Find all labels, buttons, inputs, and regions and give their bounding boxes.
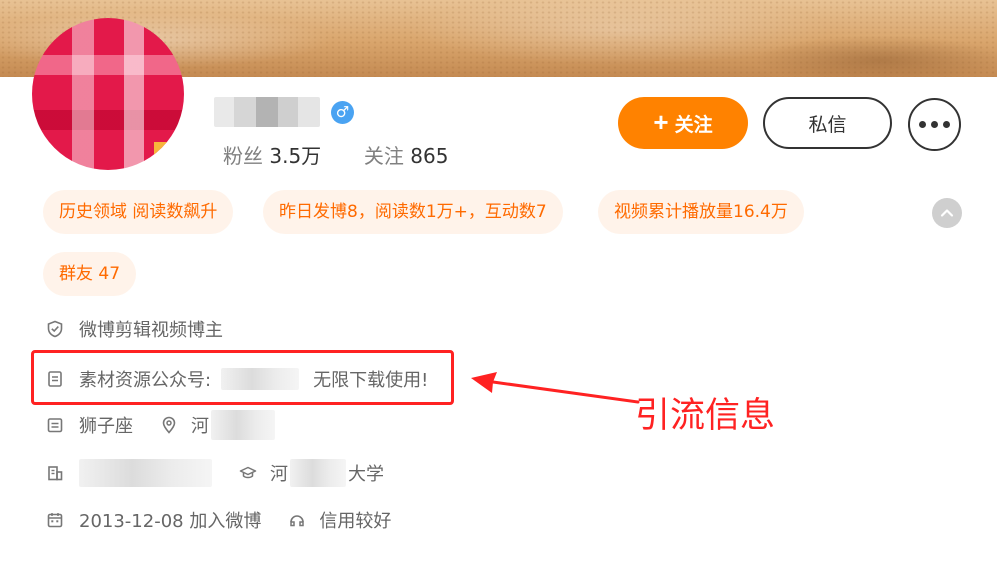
fans-value: 3.5万: [269, 144, 322, 168]
more-icon[interactable]: [908, 98, 961, 151]
graduation-cap-icon: [238, 463, 258, 483]
school-prefix: 河: [270, 464, 288, 485]
location-blurred: [211, 410, 275, 440]
profile-stats: 粉丝 3.5万 关注 865: [223, 140, 448, 169]
join-credit-row: 2013-12-08 加入微博 信用较好: [45, 507, 391, 533]
join-date-text: 2013-12-08 加入微博: [79, 511, 262, 532]
plus-icon: +: [653, 106, 669, 137]
verified-row: 微博剪辑视频博主: [45, 316, 223, 342]
shield-check-icon: [45, 319, 65, 339]
school-blurred: [290, 459, 346, 487]
calendar-list-icon: [45, 415, 65, 435]
school-suffix: 大学: [348, 464, 384, 485]
annotation-arrow: [471, 372, 640, 404]
location-pin-icon: [159, 415, 179, 435]
calendar-icon: [45, 510, 65, 530]
avatar[interactable]: [32, 18, 184, 170]
message-button[interactable]: 私信: [763, 97, 892, 149]
credit-item: 信用较好: [287, 507, 391, 533]
chevron-up-icon[interactable]: [932, 198, 962, 228]
annotation-label: 引流信息: [635, 396, 776, 436]
avatar-badge: [154, 142, 184, 170]
follow-label: 关注: [674, 114, 713, 136]
credit-icon: [287, 510, 307, 530]
tag-video-plays[interactable]: 视频累计播放量16.4万: [598, 190, 804, 234]
fans-label: 粉丝: [223, 144, 263, 168]
message-label: 私信: [808, 114, 847, 136]
school-item: 河 大学: [238, 459, 384, 487]
zodiac-location-row: 狮子座 河: [45, 410, 275, 440]
credit-text: 信用较好: [319, 511, 392, 532]
building-icon: [45, 463, 65, 483]
tag-daily-posts[interactable]: 昨日发博8，阅读数1万+，互动数7: [263, 190, 563, 234]
tag-history[interactable]: 历史领域 阅读数飙升: [43, 190, 234, 234]
fans-stat[interactable]: 粉丝 3.5万: [223, 144, 328, 168]
company-school-row: 河 大学: [45, 459, 384, 487]
username-blurred: [214, 97, 320, 127]
follow-button[interactable]: + 关注: [618, 97, 748, 149]
highlight-box: [31, 350, 454, 405]
company-blurred: [79, 459, 212, 487]
following-label: 关注: [363, 144, 404, 168]
following-stat[interactable]: 关注 865: [364, 144, 449, 168]
male-icon: ♂: [331, 101, 354, 124]
following-value: 865: [410, 144, 449, 168]
tag-group-friends[interactable]: 群友 47: [43, 252, 137, 296]
verified-text: 微博剪辑视频博主: [79, 320, 223, 341]
location-prefix: 河: [191, 416, 209, 437]
location-item: 河: [159, 410, 275, 440]
zodiac-text: 狮子座: [79, 416, 133, 437]
